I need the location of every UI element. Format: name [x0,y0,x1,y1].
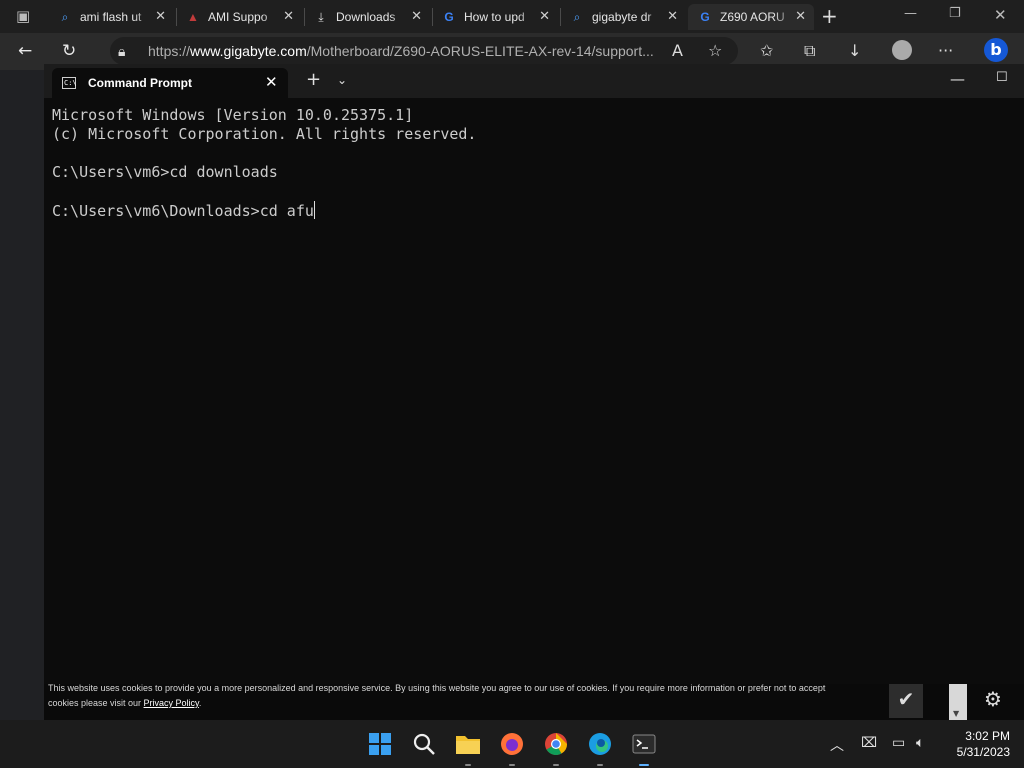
downloads-icon[interactable]: ↓ [848,41,861,60]
favorite-star-icon[interactable]: ☆ [708,41,722,60]
back-icon[interactable]: ← [18,41,32,61]
close-tab-icon[interactable]: ✕ [795,8,806,24]
search-icon: ⌕ [573,9,581,24]
tab-label: gigabyte dr [592,10,652,24]
folder-icon [456,736,480,754]
browser-tab-4[interactable]: G How to upd ✕ [432,4,558,30]
search-icon [413,733,435,755]
browser-tab-1[interactable]: ⌕ ami flash ut ✕ [48,4,174,30]
cmd-icon: C:\ [62,77,77,89]
checkmark-icon: ✔ [897,687,915,711]
more-icon[interactable]: ··· [938,41,953,60]
display-icon[interactable]: ▭ [892,735,905,751]
console-line: Microsoft Windows [Version 10.0.25375.1] [52,106,414,124]
clock-time: 3:02 PM [965,729,1010,743]
close-tab-icon[interactable]: ✕ [539,8,550,24]
tab-label: AMI Suppo [208,10,268,24]
minimize-icon[interactable]: — [950,70,965,88]
chrome-icon [545,733,567,755]
close-window-icon[interactable]: ✕ [994,6,1007,24]
clock-date: 5/31/2023 [956,745,1010,759]
cookie-banner: This website uses cookies to provide you… [44,683,1024,720]
network-off-icon[interactable]: ⌧ [861,735,877,751]
terminal-tab-title: Command Prompt [88,76,193,90]
download-icon: ⤓ [318,9,324,24]
chevron-up-icon[interactable]: ︿ [830,735,844,755]
privacy-policy-link[interactable]: Privacy Policy [144,698,199,708]
terminal-button[interactable] [630,730,658,758]
accept-cookies-button[interactable]: ✔ [889,684,923,718]
chevron-down-icon[interactable]: ⌄ [337,73,347,87]
gear-icon[interactable]: ⚙ [984,687,1002,711]
start-button[interactable] [366,730,394,758]
browser-tab-6[interactable]: G Z690 AORU ✕ [688,4,814,30]
tab-label: ami flash ut [80,10,142,24]
terminal-icon [632,734,656,754]
tab-actions-icon[interactable]: ▣ [16,7,30,25]
taskbar: ︿ ⌧ ▭ 🔈︎ 3:02 PM 5/31/2023 [0,720,1024,768]
system-clock[interactable]: 3:02 PM 5/31/2023 [940,728,1010,760]
bing-icon[interactable]: b [984,38,1008,62]
close-tab-icon[interactable]: ✕ [265,73,278,91]
lock-icon: 🔒︎ [118,43,126,59]
browser-tab-3[interactable]: ⤓ Downloads ✕ [304,4,430,30]
read-aloud-icon[interactable]: A [672,41,683,60]
profile-avatar[interactable] [892,40,912,60]
firefox-button[interactable] [498,730,526,758]
minimize-icon[interactable]: — [904,6,917,21]
search-icon: ⌕ [61,9,69,24]
refresh-icon[interactable]: ↻ [62,41,76,61]
close-tab-icon[interactable]: ✕ [155,8,166,24]
close-tab-icon[interactable]: ✕ [411,8,422,24]
scroll-down-icon[interactable]: ▼ [953,709,959,718]
terminal-tab[interactable]: C:\ Command Prompt ✕ [52,68,288,98]
firefox-icon [501,733,523,755]
restore-icon[interactable]: ❐ [949,6,961,21]
gigabyte-icon: G [700,10,710,24]
console-output[interactable]: Microsoft Windows [Version 10.0.25375.1]… [52,106,476,221]
console-line: C:\Users\vm6\Downloads>cd afu [52,202,314,220]
search-button[interactable] [410,730,438,758]
maximize-icon[interactable]: ☐ [996,70,1008,85]
console-prompt-line: C:\Users\vm6\Downloads>cd afu [52,201,476,221]
tab-label: Z690 AORU [720,10,785,24]
collections-icon[interactable]: ⧉ [804,41,815,61]
windows-icon [369,733,391,755]
command-prompt-window: C:\ Command Prompt ✕ + ⌄ — ☐ Microsoft W… [44,64,1024,684]
chrome-button[interactable] [542,730,570,758]
favorites-icon[interactable]: ✩ [760,41,773,60]
url-text: https://www.gigabyte.com/Motherboard/Z69… [148,43,654,59]
ami-icon: ▲ [187,10,199,24]
tab-label: Downloads [336,10,396,24]
new-tab-icon[interactable]: + [306,69,321,90]
cookie-text: This website uses cookies to provide you… [48,683,826,708]
edge-button[interactable] [586,730,614,758]
terminal-titlebar: C:\ Command Prompt ✕ + ⌄ — ☐ [44,64,1024,98]
address-bar[interactable]: 🔒︎ https://www.gigabyte.com/Motherboard/… [110,37,738,65]
text-cursor [313,201,315,219]
browser-tab-5[interactable]: ⌕ gigabyte dr ✕ [560,4,686,30]
console-line: (c) Microsoft Corporation. All rights re… [52,125,477,143]
volume-icon[interactable]: 🔈︎ [916,735,924,751]
tab-label: How to upd [464,10,525,24]
close-tab-icon[interactable]: ✕ [667,8,678,24]
edge-icon [589,733,611,755]
close-tab-icon[interactable]: ✕ [283,8,294,24]
scrollbar[interactable]: ▼ [949,684,967,720]
console-line: C:\Users\vm6>cd downloads [52,163,278,181]
browser-tab-2[interactable]: ▲ AMI Suppo ✕ [176,4,302,30]
file-explorer-button[interactable] [454,730,482,758]
gigabyte-icon: G [444,10,454,24]
new-tab-icon[interactable]: + [821,4,838,28]
browser-tab-bar: ▣ ⌕ ami flash ut ✕ ▲ AMI Suppo ✕ ⤓ Downl… [0,0,1024,33]
